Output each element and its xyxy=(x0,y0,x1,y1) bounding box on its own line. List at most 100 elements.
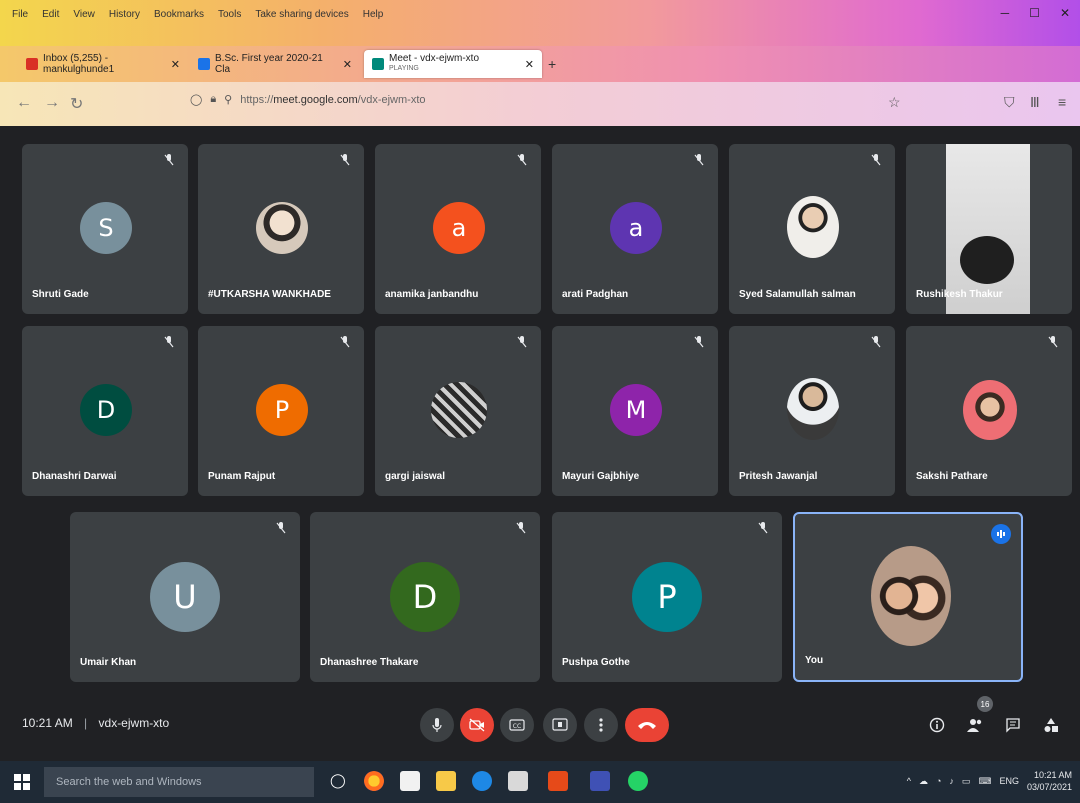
meeting-details-button[interactable] xyxy=(926,714,948,736)
participant-tile[interactable]: Sakshi Pathare xyxy=(906,326,1072,496)
speaking-indicator-icon xyxy=(991,524,1011,544)
firefox-icon[interactable] xyxy=(364,771,384,791)
participant-tile[interactable]: gargi jaiswal xyxy=(375,326,541,496)
edge-icon[interactable] xyxy=(472,771,492,791)
avatar: S xyxy=(80,202,132,254)
participant-tile[interactable]: U Umair Khan xyxy=(70,512,300,682)
participant-tile[interactable]: P Pushpa Gothe xyxy=(552,512,782,682)
address-bar[interactable]: ◯ 🔒︎ ⚲ https://meet.google.com/vdx-ejwm-… xyxy=(190,93,426,106)
profile-photo xyxy=(787,196,839,258)
participant-name: You xyxy=(805,655,824,666)
mic-off-icon xyxy=(871,154,881,166)
meeting-time: 10:21 AM xyxy=(22,716,73,730)
volume-icon[interactable]: ♪ xyxy=(949,776,954,786)
participant-tile[interactable]: M Mayuri Gajbhiye xyxy=(552,326,718,496)
mic-off-icon xyxy=(758,522,768,534)
activities-button[interactable] xyxy=(1040,714,1062,736)
present-button[interactable] xyxy=(543,708,577,742)
taskbar-search-box[interactable]: Search the web and Windows xyxy=(44,767,314,797)
menu-tools[interactable]: Tools xyxy=(218,9,241,20)
battery-icon[interactable]: ▭ xyxy=(962,776,971,787)
avatar: P xyxy=(256,384,308,436)
tab-label: B.Sc. First year 2020-21 Cla xyxy=(215,53,323,75)
menu-file[interactable]: File xyxy=(12,9,28,20)
menu-history[interactable]: History xyxy=(109,9,140,20)
close-tab-icon[interactable]: ✕ xyxy=(517,58,534,71)
meet-icon xyxy=(372,58,384,70)
microphone-button[interactable] xyxy=(420,708,454,742)
close-window-icon[interactable]: ✕ xyxy=(1060,6,1070,20)
file-explorer-icon[interactable] xyxy=(436,771,456,791)
calculator-icon[interactable] xyxy=(508,771,528,791)
profile-photo xyxy=(963,380,1017,440)
windows-start-icon[interactable] xyxy=(14,774,30,790)
menu-icon[interactable]: ≡ xyxy=(1058,94,1066,110)
activities-icon xyxy=(1044,718,1058,732)
more-options-button[interactable] xyxy=(584,708,618,742)
task-view-icon[interactable]: ◯ xyxy=(330,772,346,789)
participant-tile[interactable]: P Punam Rajput xyxy=(198,326,364,496)
navigation-bar: ← → ↻ ◯ 🔒︎ ⚲ https://meet.google.com/vdx… xyxy=(0,82,1080,126)
participant-name: Dhanashri Darwai xyxy=(32,471,117,482)
self-photo xyxy=(871,546,951,646)
camera-button[interactable] xyxy=(460,708,494,742)
participant-tile[interactable]: a anamika janbandhu xyxy=(375,144,541,314)
url-domain: meet.google.com xyxy=(273,93,358,106)
back-icon[interactable]: ← xyxy=(16,94,32,112)
pocket-icon[interactable]: ⛉ xyxy=(1004,94,1015,111)
bookmark-star-icon[interactable]: ☆ xyxy=(888,94,901,111)
participant-tile[interactable]: #UTKARSHA WANKHADE xyxy=(198,144,364,314)
minimize-icon[interactable]: ─ xyxy=(1001,6,1010,20)
chat-button[interactable] xyxy=(1002,714,1024,736)
chevron-up-icon[interactable]: ^ xyxy=(907,776,911,786)
menu-take-sharing[interactable]: Take sharing devices xyxy=(255,9,348,20)
tab-gmail[interactable]: Inbox (5,255) - mankulghunde1 ✕ xyxy=(18,50,188,78)
participant-tile[interactable]: S Shruti Gade xyxy=(22,144,188,314)
participant-name: anamika janbandhu xyxy=(385,289,479,300)
avatar: U xyxy=(150,562,220,632)
more-vert-icon xyxy=(599,718,603,732)
profile-photo xyxy=(256,202,308,254)
store-icon[interactable] xyxy=(400,771,420,791)
url-path: /vdx-ejwm-xto xyxy=(357,93,426,106)
close-tab-icon[interactable]: ✕ xyxy=(335,58,352,71)
people-button[interactable] xyxy=(964,714,986,736)
participant-tile-video[interactable]: Rushikesh Thakur xyxy=(906,144,1072,314)
mic-off-icon xyxy=(517,154,527,166)
forward-icon[interactable]: → xyxy=(44,94,60,112)
tab-label: Meet - vdx-ejwm-xto xyxy=(389,53,480,64)
whatsapp-icon[interactable] xyxy=(628,771,648,791)
paint-icon[interactable] xyxy=(548,771,568,791)
menu-help[interactable]: Help xyxy=(363,9,384,20)
tab-meet[interactable]: Meet - vdx-ejwm-xto PLAYING ✕ xyxy=(364,50,542,78)
participant-tile[interactable]: Pritesh Jawanjal xyxy=(729,326,895,496)
cloud-icon[interactable]: ☁ xyxy=(919,776,928,787)
mic-off-icon xyxy=(340,336,350,348)
participant-tile[interactable]: a arati Padghan xyxy=(552,144,718,314)
menu-edit[interactable]: Edit xyxy=(42,9,59,20)
network-icon[interactable]: ◔ xyxy=(936,776,941,786)
gmail-icon xyxy=(26,58,38,70)
microphone-icon xyxy=(432,718,442,732)
participant-name: #UTKARSHA WANKHADE xyxy=(208,289,331,300)
participant-tile[interactable]: D Dhanashri Darwai xyxy=(22,326,188,496)
captions-button[interactable]: CC xyxy=(500,708,534,742)
close-tab-icon[interactable]: ✕ xyxy=(163,58,180,71)
new-tab-icon[interactable]: + xyxy=(548,56,556,72)
reload-icon[interactable]: ↻ xyxy=(70,94,83,114)
self-tile[interactable]: You xyxy=(793,512,1023,682)
menu-bookmarks[interactable]: Bookmarks xyxy=(154,9,204,20)
menu-view[interactable]: View xyxy=(73,9,95,20)
url-text: https://meet.google.com/vdx-ejwm-xto xyxy=(240,94,425,106)
maximize-icon[interactable]: ☐ xyxy=(1029,6,1040,20)
app-icon[interactable] xyxy=(590,771,610,791)
participant-tile[interactable]: Syed Salamullah salman xyxy=(729,144,895,314)
keyboard-icon[interactable]: ⌨ xyxy=(978,776,991,787)
taskbar-clock[interactable]: 10:21 AM 03/07/2021 xyxy=(1027,769,1072,793)
participant-tile[interactable]: D Dhanashree Thakare xyxy=(310,512,540,682)
participant-name: Rushikesh Thakur xyxy=(916,289,1003,300)
library-icon[interactable]: Ⅲ xyxy=(1030,94,1040,111)
tab-classroom[interactable]: B.Sc. First year 2020-21 Cla ✕ xyxy=(190,50,360,78)
leave-call-button[interactable] xyxy=(625,708,669,742)
language-indicator[interactable]: ENG xyxy=(999,776,1019,786)
